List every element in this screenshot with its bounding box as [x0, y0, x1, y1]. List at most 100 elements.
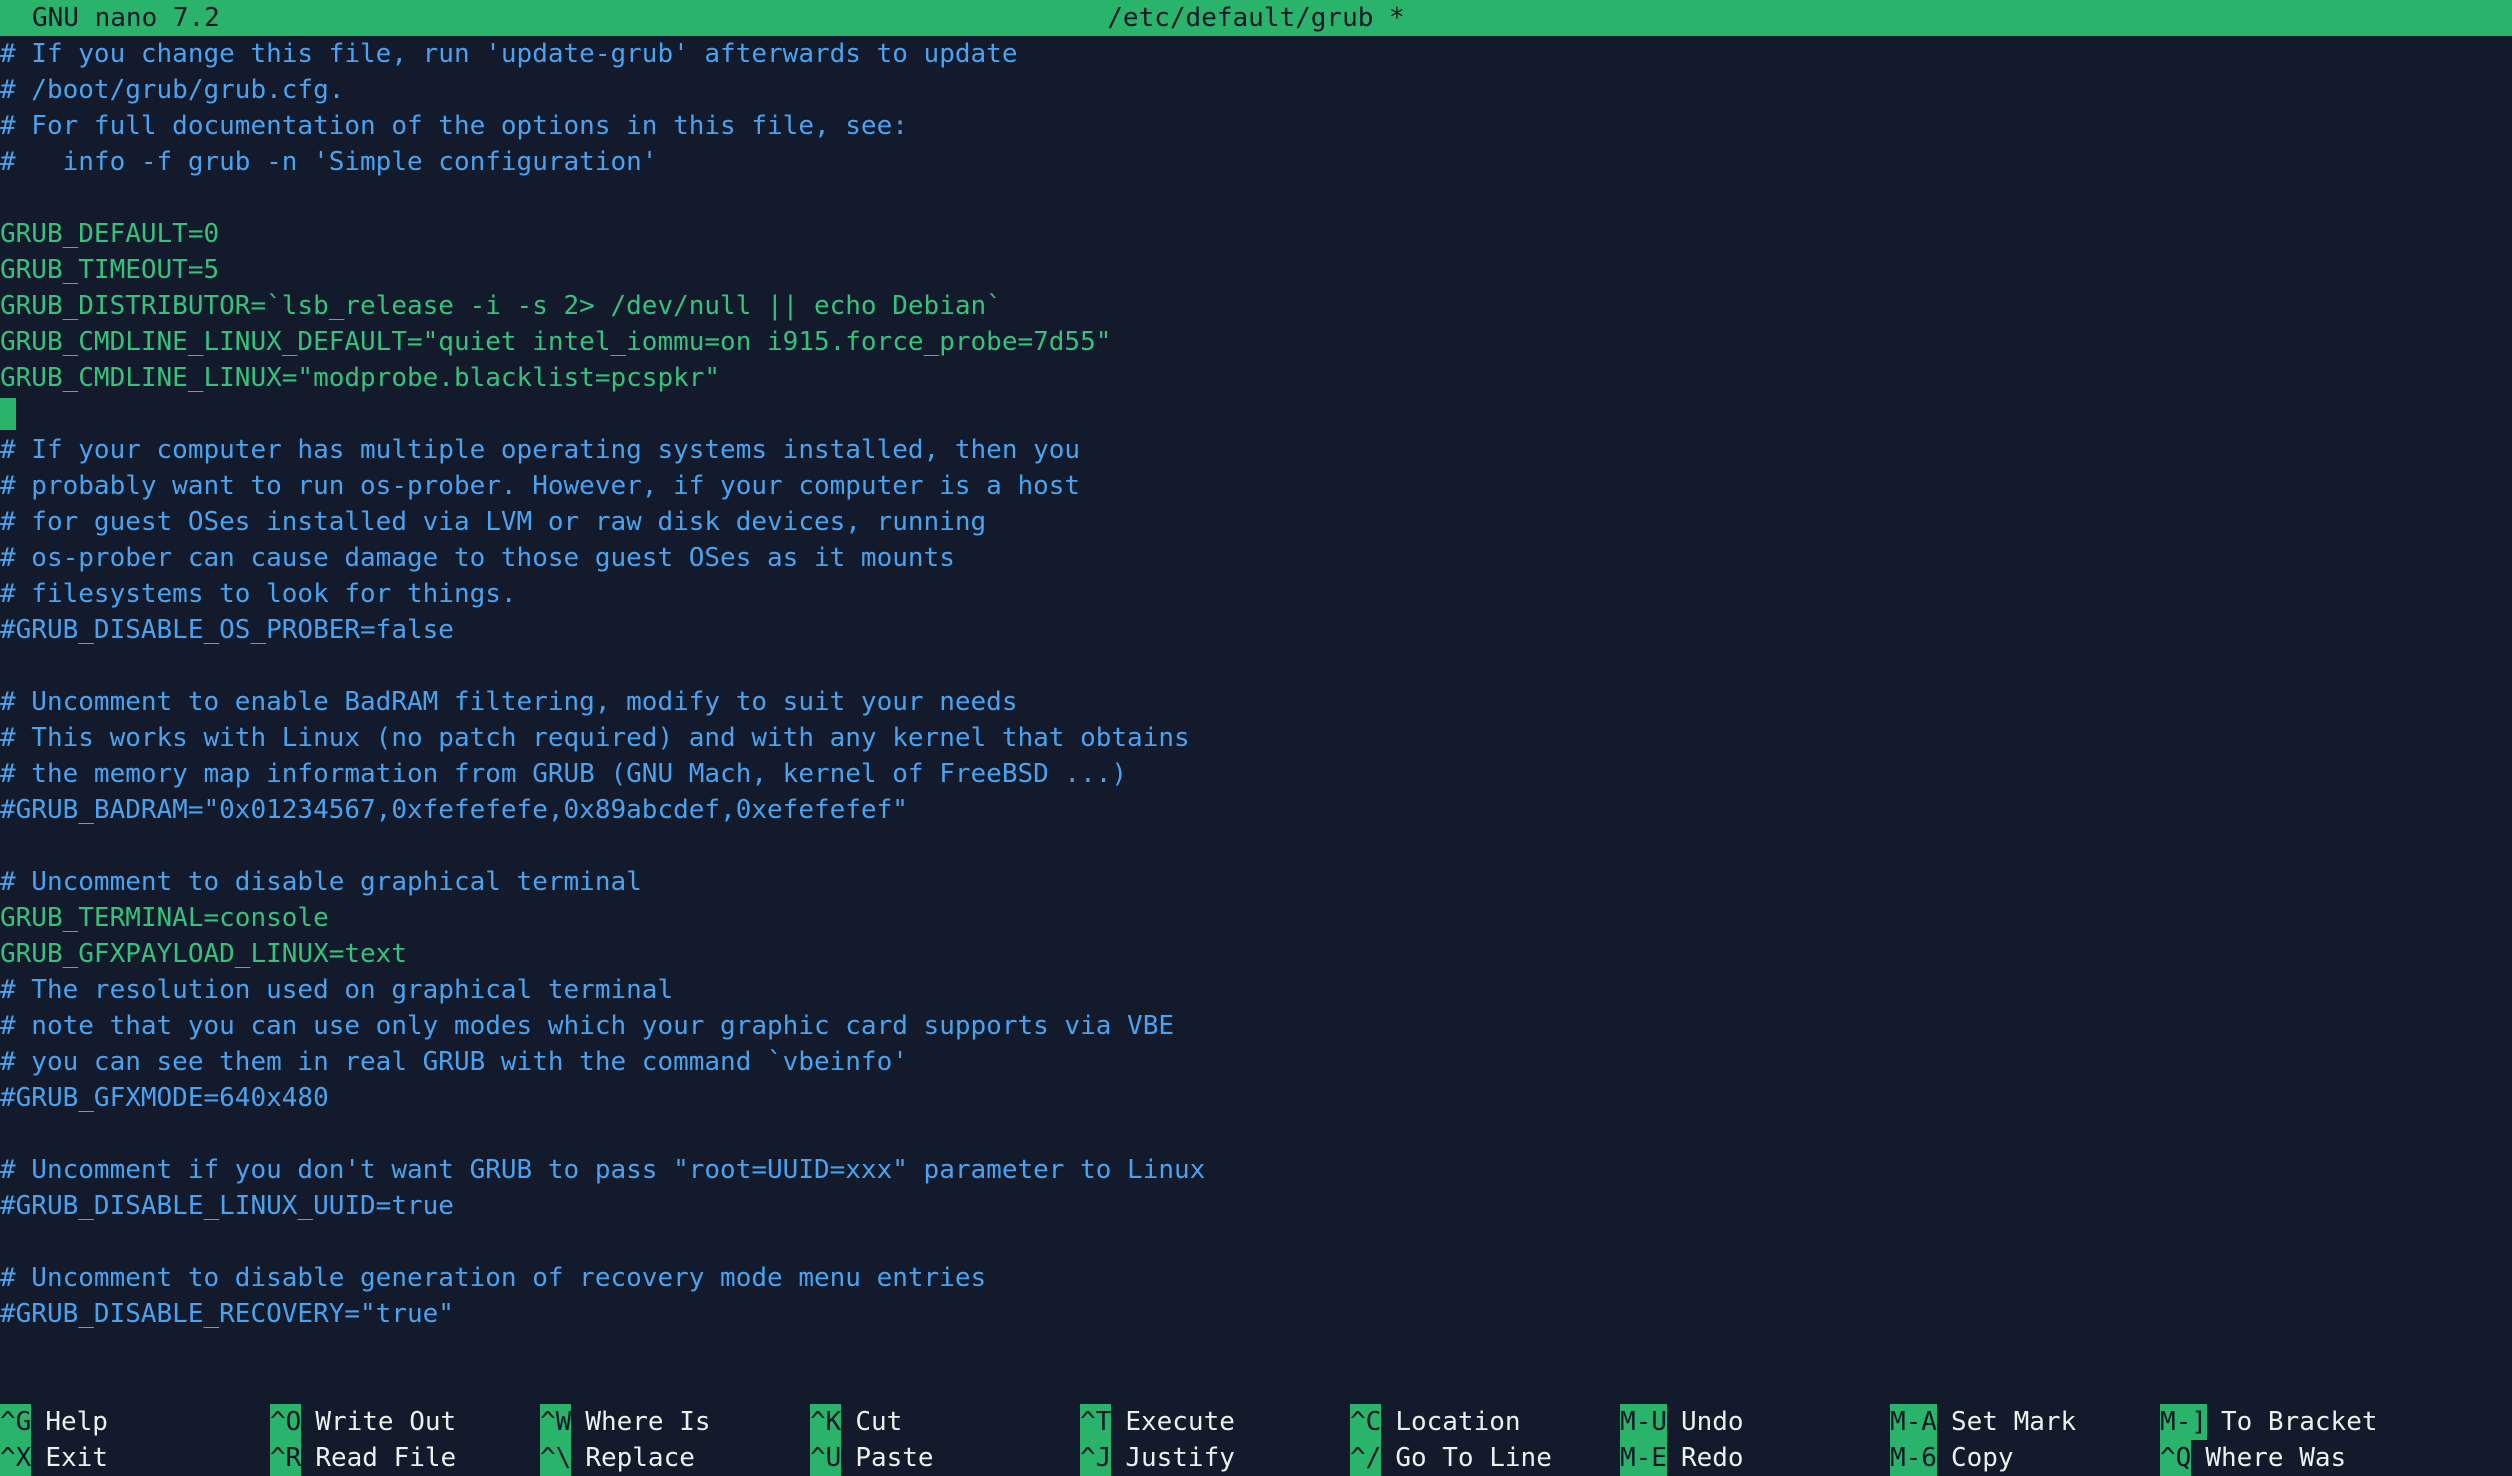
- shortcut-label: Execute: [1125, 1407, 1235, 1437]
- shortcut-justify[interactable]: ^J Justify: [1080, 1440, 1235, 1476]
- editor-line[interactable]: [0, 648, 2512, 684]
- editor-line-text: #GRUB_BADRAM="0x01234567,0xfefefefe,0x89…: [0, 795, 908, 825]
- editor-line[interactable]: # /boot/grub/grub.cfg.: [0, 72, 2512, 108]
- file-name: /etc/default/grub *: [1107, 3, 1405, 33]
- editor-line[interactable]: #GRUB_DISABLE_OS_PROBER=false: [0, 612, 2512, 648]
- editor-line[interactable]: # note that you can use only modes which…: [0, 1008, 2512, 1044]
- shortcut-label: Where Was: [2205, 1443, 2347, 1473]
- editor-line[interactable]: GRUB_TIMEOUT=5: [0, 252, 2512, 288]
- shortcut-label: Redo: [1680, 1443, 1744, 1473]
- shortcut-set-mark[interactable]: M-A Set Mark: [1890, 1404, 2076, 1440]
- editor-line[interactable]: # filesystems to look for things.: [0, 576, 2512, 612]
- editor-line[interactable]: # info -f grub -n 'Simple configuration': [0, 144, 2512, 180]
- shortcut-location[interactable]: ^C Location: [1350, 1404, 1521, 1440]
- editor-line-text: # filesystems to look for things.: [0, 579, 517, 609]
- editor-line[interactable]: [0, 180, 2512, 216]
- editor-line[interactable]: GRUB_DEFAULT=0: [0, 216, 2512, 252]
- shortcut-write-out[interactable]: ^O Write Out: [270, 1404, 456, 1440]
- editor-line[interactable]: # Uncomment to enable BadRAM filtering, …: [0, 684, 2512, 720]
- shortcut-undo[interactable]: M-U Undo: [1620, 1404, 1744, 1440]
- shortcut-key: M-]: [2160, 1404, 2207, 1440]
- shortcut-help[interactable]: ^G Help: [0, 1404, 108, 1440]
- editor-line[interactable]: [0, 1224, 2512, 1260]
- shortcut-where-is[interactable]: ^W Where Is: [540, 1404, 711, 1440]
- editor-line[interactable]: GRUB_CMDLINE_LINUX_DEFAULT="quiet intel_…: [0, 324, 2512, 360]
- shortcut-label: Read File: [315, 1443, 457, 1473]
- editor-line[interactable]: GRUB_TERMINAL=console: [0, 900, 2512, 936]
- editor-line[interactable]: # for guest OSes installed via LVM or ra…: [0, 504, 2512, 540]
- shortcut-copy[interactable]: M-6 Copy: [1890, 1440, 2014, 1476]
- editor-line-text: # os-prober can cause damage to those gu…: [0, 543, 955, 573]
- shortcut-label: Undo: [1680, 1407, 1744, 1437]
- editor-line[interactable]: #GRUB_BADRAM="0x01234567,0xfefefefe,0x89…: [0, 792, 2512, 828]
- shortcut-key: ^U: [810, 1440, 842, 1476]
- editor-line-text: # If you change this file, run 'update-g…: [0, 39, 1018, 69]
- shortcut-paste[interactable]: ^U Paste: [810, 1440, 934, 1476]
- editor-line[interactable]: # os-prober can cause damage to those gu…: [0, 540, 2512, 576]
- editor-line-text: GRUB_TIMEOUT=5: [0, 255, 220, 285]
- editor-line-text: #GRUB_DISABLE_RECOVERY="true": [0, 1299, 454, 1329]
- editor-line[interactable]: GRUB_CMDLINE_LINUX="modprobe.blacklist=p…: [0, 360, 2512, 396]
- editor-line-text: #GRUB_DISABLE_OS_PROBER=false: [0, 615, 454, 645]
- editor-line[interactable]: # For full documentation of the options …: [0, 108, 2512, 144]
- editor-line[interactable]: [0, 396, 2512, 432]
- shortcut-key: ^O: [270, 1404, 302, 1440]
- editor-line[interactable]: # If your computer has multiple operatin…: [0, 432, 2512, 468]
- editor-line[interactable]: #GRUB_DISABLE_RECOVERY="true": [0, 1296, 2512, 1332]
- shortcut-label: Replace: [585, 1443, 695, 1473]
- shortcut-key: ^K: [810, 1404, 842, 1440]
- editor-line-text: # This works with Linux (no patch requir…: [0, 723, 1190, 753]
- editor-line[interactable]: # This works with Linux (no patch requir…: [0, 720, 2512, 756]
- editor-line[interactable]: # Uncomment if you don't want GRUB to pa…: [0, 1152, 2512, 1188]
- shortcut-read-file[interactable]: ^R Read File: [270, 1440, 456, 1476]
- editor-line[interactable]: [0, 1116, 2512, 1152]
- shortcut-label: Cut: [855, 1407, 903, 1437]
- editor-text-area[interactable]: # If you change this file, run 'update-g…: [0, 36, 2512, 1332]
- shortcut-label: Help: [45, 1407, 108, 1437]
- editor-line[interactable]: # Uncomment to disable generation of rec…: [0, 1260, 2512, 1296]
- editor-line[interactable]: # the memory map information from GRUB (…: [0, 756, 2512, 792]
- shortcut-exit[interactable]: ^X Exit: [0, 1440, 108, 1476]
- shortcut-go-to-line[interactable]: ^/ Go To Line: [1350, 1440, 1552, 1476]
- editor-line[interactable]: [0, 828, 2512, 864]
- editor-line[interactable]: GRUB_DISTRIBUTOR=`lsb_release -i -s 2> /…: [0, 288, 2512, 324]
- shortcut-to-bracket[interactable]: M-] To Bracket: [2160, 1404, 2378, 1440]
- editor-line-text: # you can see them in real GRUB with the…: [0, 1047, 908, 1077]
- editor-line-text: # Uncomment if you don't want GRUB to pa…: [0, 1155, 1206, 1185]
- shortcut-key: ^R: [270, 1440, 302, 1476]
- shortcut-key: M-E: [1620, 1440, 1667, 1476]
- shortcut-cut[interactable]: ^K Cut: [810, 1404, 902, 1440]
- shortcut-label: Where Is: [585, 1407, 711, 1437]
- shortcut-execute[interactable]: ^T Execute: [1080, 1404, 1235, 1440]
- editor-line[interactable]: # Uncomment to disable graphical termina…: [0, 864, 2512, 900]
- editor-line-text: GRUB_CMDLINE_LINUX="modprobe.blacklist=p…: [0, 363, 721, 393]
- shortcut-key: ^C: [1350, 1404, 1382, 1440]
- editor-line[interactable]: GRUB_GFXPAYLOAD_LINUX=text: [0, 936, 2512, 972]
- editor-line[interactable]: #GRUB_GFXMODE=640x480: [0, 1080, 2512, 1116]
- editor-line-text: GRUB_DEFAULT=0: [0, 219, 220, 249]
- editor-line-text: # info -f grub -n 'Simple configuration': [0, 147, 658, 177]
- editor-line[interactable]: # The resolution used on graphical termi…: [0, 972, 2512, 1008]
- editor-line[interactable]: # you can see them in real GRUB with the…: [0, 1044, 2512, 1080]
- editor-line[interactable]: # If you change this file, run 'update-g…: [0, 36, 2512, 72]
- editor-line-text: GRUB_GFXPAYLOAD_LINUX=text: [0, 939, 407, 969]
- shortcut-where-was[interactable]: ^Q Where Was: [2160, 1440, 2346, 1476]
- editor-line-text: GRUB_CMDLINE_LINUX_DEFAULT="quiet intel_…: [0, 327, 1112, 357]
- shortcut-key: M-A: [1890, 1404, 1937, 1440]
- shortcut-key: M-6: [1890, 1440, 1937, 1476]
- title-bar: /etc/default/grub * GNU nano 7.2: [0, 0, 2512, 36]
- editor-line-text: # probably want to run os-prober. Howeve…: [0, 471, 1081, 501]
- editor-line-text: # for guest OSes installed via LVM or ra…: [0, 507, 987, 537]
- shortcut-key: ^J: [1080, 1440, 1112, 1476]
- shortcut-key: ^G: [0, 1404, 32, 1440]
- editor-line-text: # the memory map information from GRUB (…: [0, 759, 1128, 789]
- editor-line-text: # Uncomment to enable BadRAM filtering, …: [0, 687, 1018, 717]
- shortcut-replace[interactable]: ^\ Replace: [540, 1440, 695, 1476]
- editor-line-text: # The resolution used on graphical termi…: [0, 975, 674, 1005]
- editor-line[interactable]: # probably want to run os-prober. Howeve…: [0, 468, 2512, 504]
- editor-line-text: # /boot/grub/grub.cfg.: [0, 75, 345, 105]
- editor-line[interactable]: #GRUB_DISABLE_LINUX_UUID=true: [0, 1188, 2512, 1224]
- shortcut-redo[interactable]: M-E Redo: [1620, 1440, 1744, 1476]
- editor-line-text: # If your computer has multiple operatin…: [0, 435, 1081, 465]
- editor-line-text: GRUB_TERMINAL=console: [0, 903, 329, 933]
